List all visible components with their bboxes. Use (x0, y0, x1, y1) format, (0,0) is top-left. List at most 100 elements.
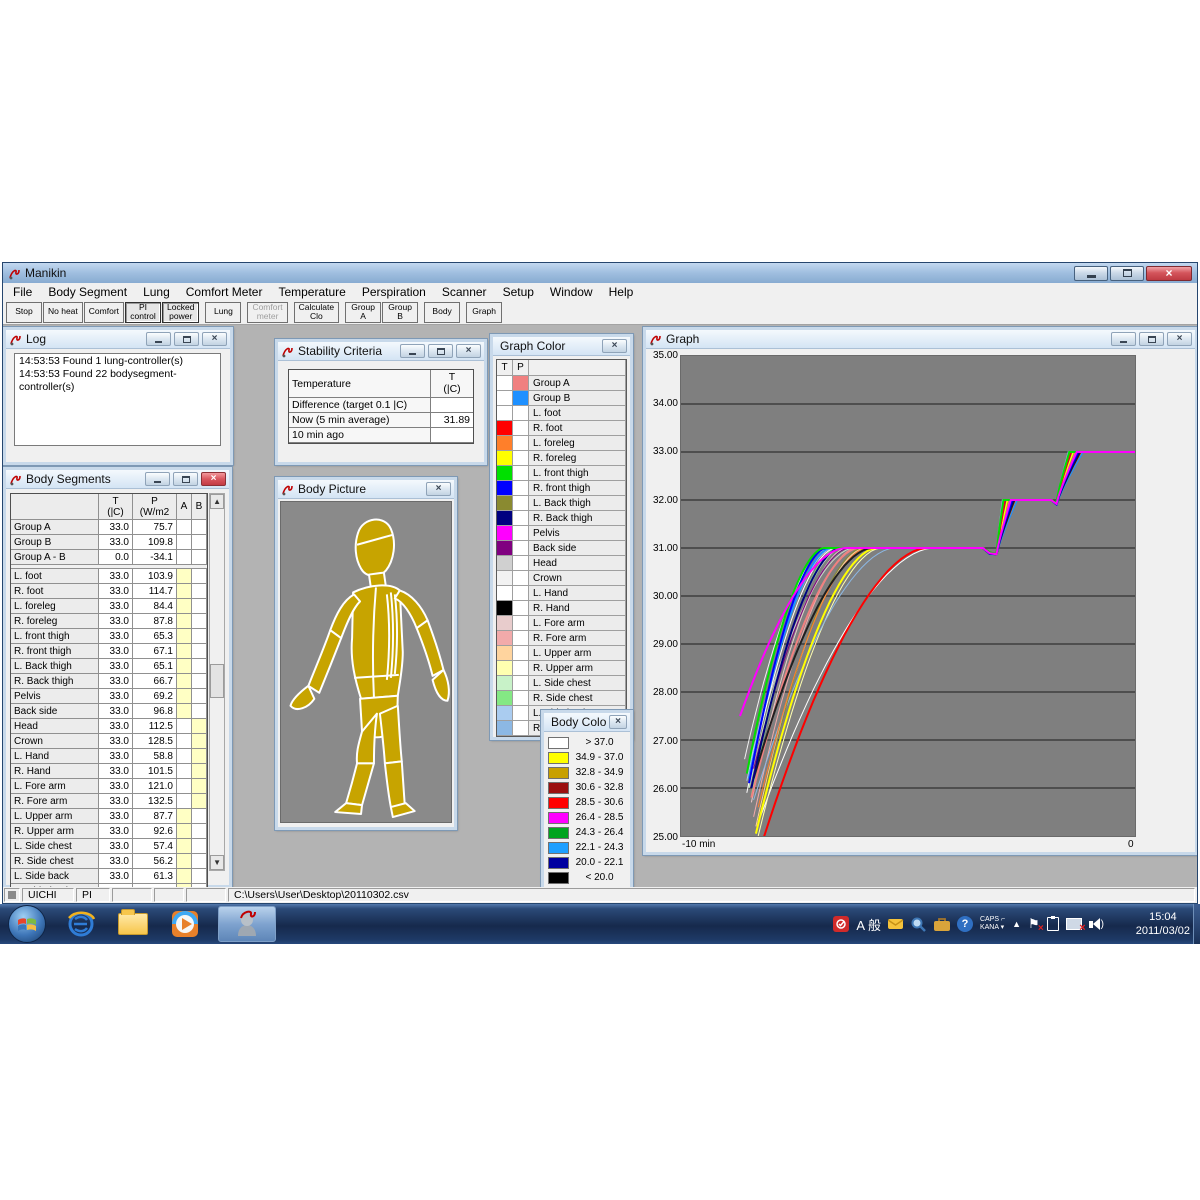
toolbar-button-group-a[interactable]: Group A (345, 302, 381, 323)
toolbar-button-stop[interactable]: Stop (6, 302, 42, 323)
p-color-swatch[interactable] (513, 496, 529, 511)
t-color-swatch[interactable] (497, 376, 513, 391)
t-color-swatch[interactable] (497, 616, 513, 631)
tray-clipboard-icon[interactable] (1047, 917, 1059, 931)
tray-search-icon[interactable] (911, 916, 927, 932)
list-item[interactable]: R. foreleg (497, 451, 626, 466)
stability-minimize-button[interactable] (400, 344, 425, 358)
p-color-swatch[interactable] (513, 511, 529, 526)
list-item[interactable]: L. foot (497, 406, 626, 421)
scroll-down-icon[interactable]: ▼ (210, 855, 224, 870)
list-item[interactable]: Head (497, 556, 626, 571)
list-item[interactable]: R. Side chest (497, 691, 626, 706)
list-item[interactable]: L. Fore arm (497, 616, 626, 631)
log-minimize-button[interactable] (146, 332, 171, 346)
p-color-swatch[interactable] (513, 436, 529, 451)
menu-item-window[interactable]: Window (542, 284, 601, 300)
log-close-button[interactable]: × (202, 332, 227, 346)
t-color-swatch[interactable] (497, 451, 513, 466)
body-segments-maximize-button[interactable] (173, 472, 198, 486)
p-color-swatch[interactable] (513, 466, 529, 481)
t-color-swatch[interactable] (497, 631, 513, 646)
t-color-swatch[interactable] (497, 721, 513, 736)
toolbar-button-comfort[interactable]: Comfort (84, 302, 124, 323)
t-color-swatch[interactable] (497, 466, 513, 481)
tray-ime-indicator[interactable]: A 般 (856, 915, 881, 934)
list-item[interactable]: Back side (497, 541, 626, 556)
scrollbar-thumb[interactable] (210, 664, 224, 698)
list-item[interactable]: Group A (497, 376, 626, 391)
t-color-swatch[interactable] (497, 541, 513, 556)
list-item[interactable]: L. Back thigh (497, 496, 626, 511)
tray-help-icon[interactable]: ? (957, 916, 973, 932)
show-desktop-button[interactable] (1193, 904, 1200, 944)
p-color-swatch[interactable] (513, 391, 529, 406)
list-item[interactable]: R. Fore arm (497, 631, 626, 646)
p-color-swatch[interactable] (513, 721, 529, 736)
graph-close-button[interactable]: × (1167, 332, 1192, 346)
p-color-swatch[interactable] (513, 556, 529, 571)
p-color-swatch[interactable] (513, 451, 529, 466)
p-color-swatch[interactable] (513, 631, 529, 646)
t-color-swatch[interactable] (497, 436, 513, 451)
list-item[interactable]: R. foot (497, 421, 626, 436)
p-color-swatch[interactable] (513, 406, 529, 421)
p-color-swatch[interactable] (513, 541, 529, 556)
t-color-swatch[interactable] (497, 391, 513, 406)
list-item[interactable]: R. Upper arm (497, 661, 626, 676)
graph-color-close-button[interactable]: × (602, 339, 627, 353)
t-color-swatch[interactable] (497, 511, 513, 526)
menu-item-help[interactable]: Help (601, 284, 642, 300)
toolbar-button-pi-control[interactable]: PI control (125, 302, 161, 323)
list-item[interactable]: L. foreleg (497, 436, 626, 451)
tray-volume-icon[interactable]: ) (1089, 918, 1104, 930)
p-color-swatch[interactable] (513, 661, 529, 676)
toolbar-button-no-heat[interactable]: No heat (43, 302, 83, 323)
toolbar-button-locked-power[interactable]: Locked power (162, 302, 199, 323)
menu-item-temperature[interactable]: Temperature (270, 284, 353, 300)
t-color-swatch[interactable] (497, 676, 513, 691)
graph-maximize-button[interactable] (1139, 332, 1164, 346)
stability-maximize-button[interactable] (428, 344, 453, 358)
taskbar-folder-icon[interactable] (116, 907, 150, 941)
menu-item-setup[interactable]: Setup (495, 284, 542, 300)
list-item[interactable]: L. Upper arm (497, 646, 626, 661)
list-item[interactable]: L. Hand (497, 586, 626, 601)
app-close-button[interactable]: × (1146, 266, 1192, 281)
tray-antivirus-icon[interactable] (833, 916, 849, 932)
p-color-swatch[interactable] (513, 376, 529, 391)
tray-mail-icon[interactable] (888, 916, 904, 932)
app-maximize-button[interactable] (1110, 266, 1144, 281)
p-color-swatch[interactable] (513, 421, 529, 436)
t-color-swatch[interactable] (497, 571, 513, 586)
graph-minimize-button[interactable] (1111, 332, 1136, 346)
list-item[interactable]: R. front thigh (497, 481, 626, 496)
p-color-swatch[interactable] (513, 601, 529, 616)
taskbar-ie-icon[interactable] (64, 907, 98, 941)
t-color-swatch[interactable] (497, 406, 513, 421)
body-segments-minimize-button[interactable] (145, 472, 170, 486)
taskbar-clock[interactable]: 15:04 2011/03/02 (1136, 904, 1190, 944)
taskbar-media-player-icon[interactable] (168, 907, 202, 941)
body-segments-scrollbar[interactable]: ▲ ▼ (209, 493, 225, 871)
t-color-swatch[interactable] (497, 526, 513, 541)
menu-item-scanner[interactable]: Scanner (434, 284, 495, 300)
body-color-close-button[interactable]: × (609, 715, 627, 729)
list-item[interactable]: Crown (497, 571, 626, 586)
toolbar-button-group-b[interactable]: Group B (382, 302, 418, 323)
log-maximize-button[interactable] (174, 332, 199, 346)
menu-item-lung[interactable]: Lung (135, 284, 178, 300)
p-color-swatch[interactable] (513, 526, 529, 541)
body-picture-close-button[interactable]: × (426, 482, 451, 496)
tray-ime-status[interactable]: CAPS ⌐KANA ▾ (980, 916, 1005, 932)
t-color-swatch[interactable] (497, 481, 513, 496)
list-item[interactable]: L. Side chest (497, 676, 626, 691)
p-color-swatch[interactable] (513, 616, 529, 631)
toolbar-button-graph[interactable]: Graph (466, 302, 502, 323)
t-color-swatch[interactable] (497, 706, 513, 721)
tray-toolbox-icon[interactable] (934, 916, 950, 932)
list-item[interactable]: Group B (497, 391, 626, 406)
t-color-swatch[interactable] (497, 601, 513, 616)
start-button[interactable] (8, 905, 46, 943)
toolbar-button-body[interactable]: Body (424, 302, 460, 323)
